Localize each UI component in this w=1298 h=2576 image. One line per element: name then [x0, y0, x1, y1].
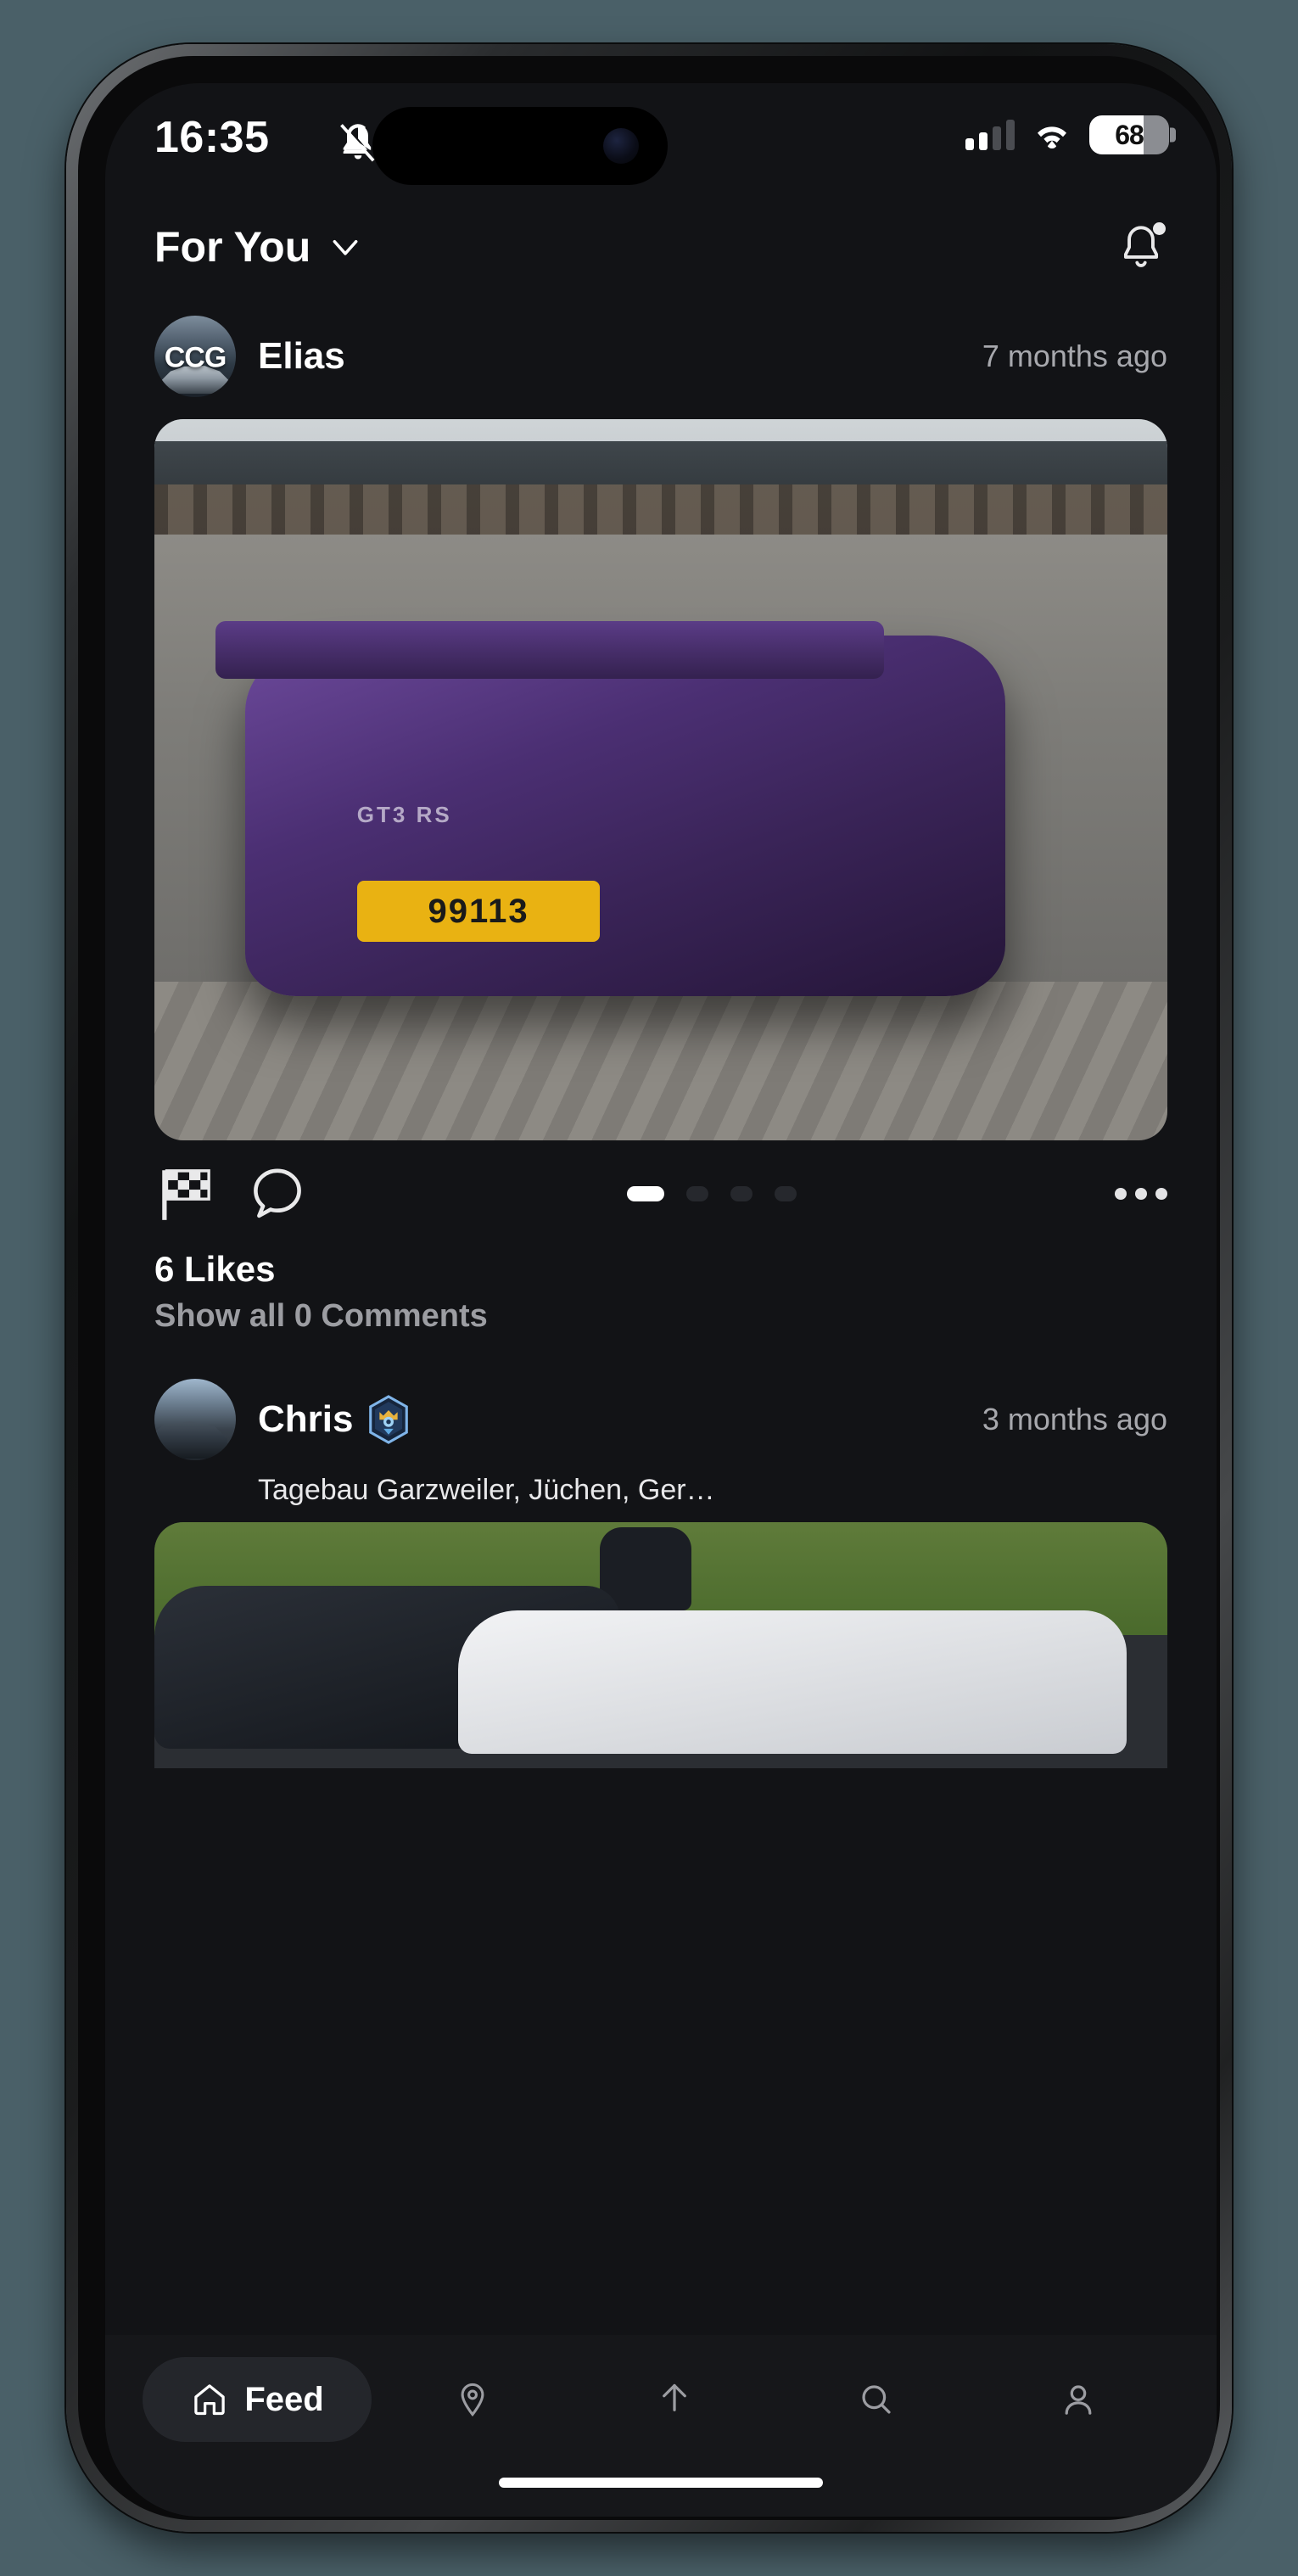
more-options-icon[interactable] [1115, 1186, 1167, 1201]
post-username[interactable]: Elias [258, 335, 345, 378]
battery-level: 68 [1115, 119, 1144, 150]
page-title: For You [154, 223, 311, 271]
upload-icon [663, 2383, 686, 2411]
post-item: Chris 3 months ago Tagebau Garzweiler, J… [105, 1360, 1217, 1768]
post-location: Tagebau Garzweiler, Jüchen, Ger… [258, 1474, 715, 1506]
front-camera-icon [603, 128, 639, 164]
page-dot[interactable] [686, 1186, 708, 1201]
checkered-flag-icon[interactable] [154, 1162, 217, 1225]
feed-selector-button[interactable]: For You [154, 222, 361, 272]
phone-frame: 16:35 68 For You CCG Elias 7 months ago … [66, 44, 1232, 2532]
avatar-label: CCG [164, 341, 227, 374]
post-username[interactable]: Chris [258, 1398, 353, 1441]
tab-map[interactable] [372, 2357, 573, 2442]
profile-icon [1065, 2385, 1092, 2415]
tab-bar: Feed [105, 2335, 1217, 2517]
home-icon [194, 2384, 226, 2416]
media-model-badge: GT3 RS [356, 801, 452, 827]
post-header: Chris 3 months ago [105, 1360, 1217, 1470]
media-pavement [154, 982, 1167, 1140]
battery-cap [1170, 127, 1176, 143]
notification-dot [1153, 222, 1166, 235]
dynamic-island [372, 107, 668, 185]
post-header: CCG Elias 7 months ago [105, 297, 1217, 407]
tab-feed[interactable]: Feed [143, 2357, 372, 2442]
page-dot[interactable] [775, 1186, 797, 1201]
cellular-signal-icon [965, 120, 1015, 150]
wifi-icon [1038, 126, 1066, 148]
post-actions [105, 1140, 1217, 1230]
media-rear-wing [215, 621, 884, 679]
avatar[interactable] [154, 1379, 236, 1460]
post-name-row: Chris [258, 1395, 411, 1444]
tab-label-feed: Feed [244, 2380, 324, 2418]
search-icon [862, 2385, 891, 2414]
show-comments-link[interactable]: Show all 0 Comments [105, 1290, 1217, 1335]
phone-screen: 16:35 68 For You CCG Elias 7 months ago … [105, 83, 1217, 2517]
chevron-down-icon [333, 239, 358, 255]
home-indicator[interactable] [499, 2478, 823, 2488]
page-dot[interactable] [627, 1186, 664, 1201]
hexagon-crown-badge-icon [369, 1395, 409, 1444]
media-pagination[interactable] [338, 1186, 1086, 1201]
battery-icon: 68 [1089, 115, 1169, 154]
media-person [600, 1526, 691, 1611]
notifications-button[interactable] [1115, 221, 1167, 273]
post-media[interactable] [154, 1522, 1167, 1768]
phone-bezel: 16:35 68 For You CCG Elias 7 months ago … [78, 56, 1220, 2520]
media-license-plate: 99113 [356, 881, 601, 943]
tab-upload[interactable] [573, 2357, 775, 2442]
post-timestamp: 3 months ago [982, 1402, 1167, 1436]
post-identity: Elias [258, 335, 345, 378]
post-item: CCG Elias 7 months ago GT3 RS 99113 6 Li… [105, 297, 1217, 1335]
location-pin-icon [461, 2383, 484, 2417]
tab-search[interactable] [775, 2357, 977, 2442]
page-dot[interactable] [730, 1186, 753, 1201]
post-identity: Chris [258, 1395, 411, 1444]
avatar[interactable]: CCG [154, 316, 236, 397]
post-name-row: Elias [258, 335, 345, 378]
status-time: 16:35 [154, 113, 270, 162]
likes-count: 6 Likes [154, 1249, 276, 1289]
media-white-car [458, 1610, 1127, 1754]
nav-header: For You [105, 197, 1217, 297]
post-media[interactable]: GT3 RS 99113 [154, 419, 1167, 1140]
post-timestamp: 7 months ago [982, 339, 1167, 373]
status-bar: 16:35 68 [105, 83, 1217, 197]
tab-profile[interactable] [977, 2357, 1179, 2442]
comment-bubble-icon[interactable] [246, 1162, 309, 1225]
feed-list[interactable]: CCG Elias 7 months ago GT3 RS 99113 6 Li… [105, 297, 1217, 2335]
status-indicators: 68 [965, 115, 1176, 154]
